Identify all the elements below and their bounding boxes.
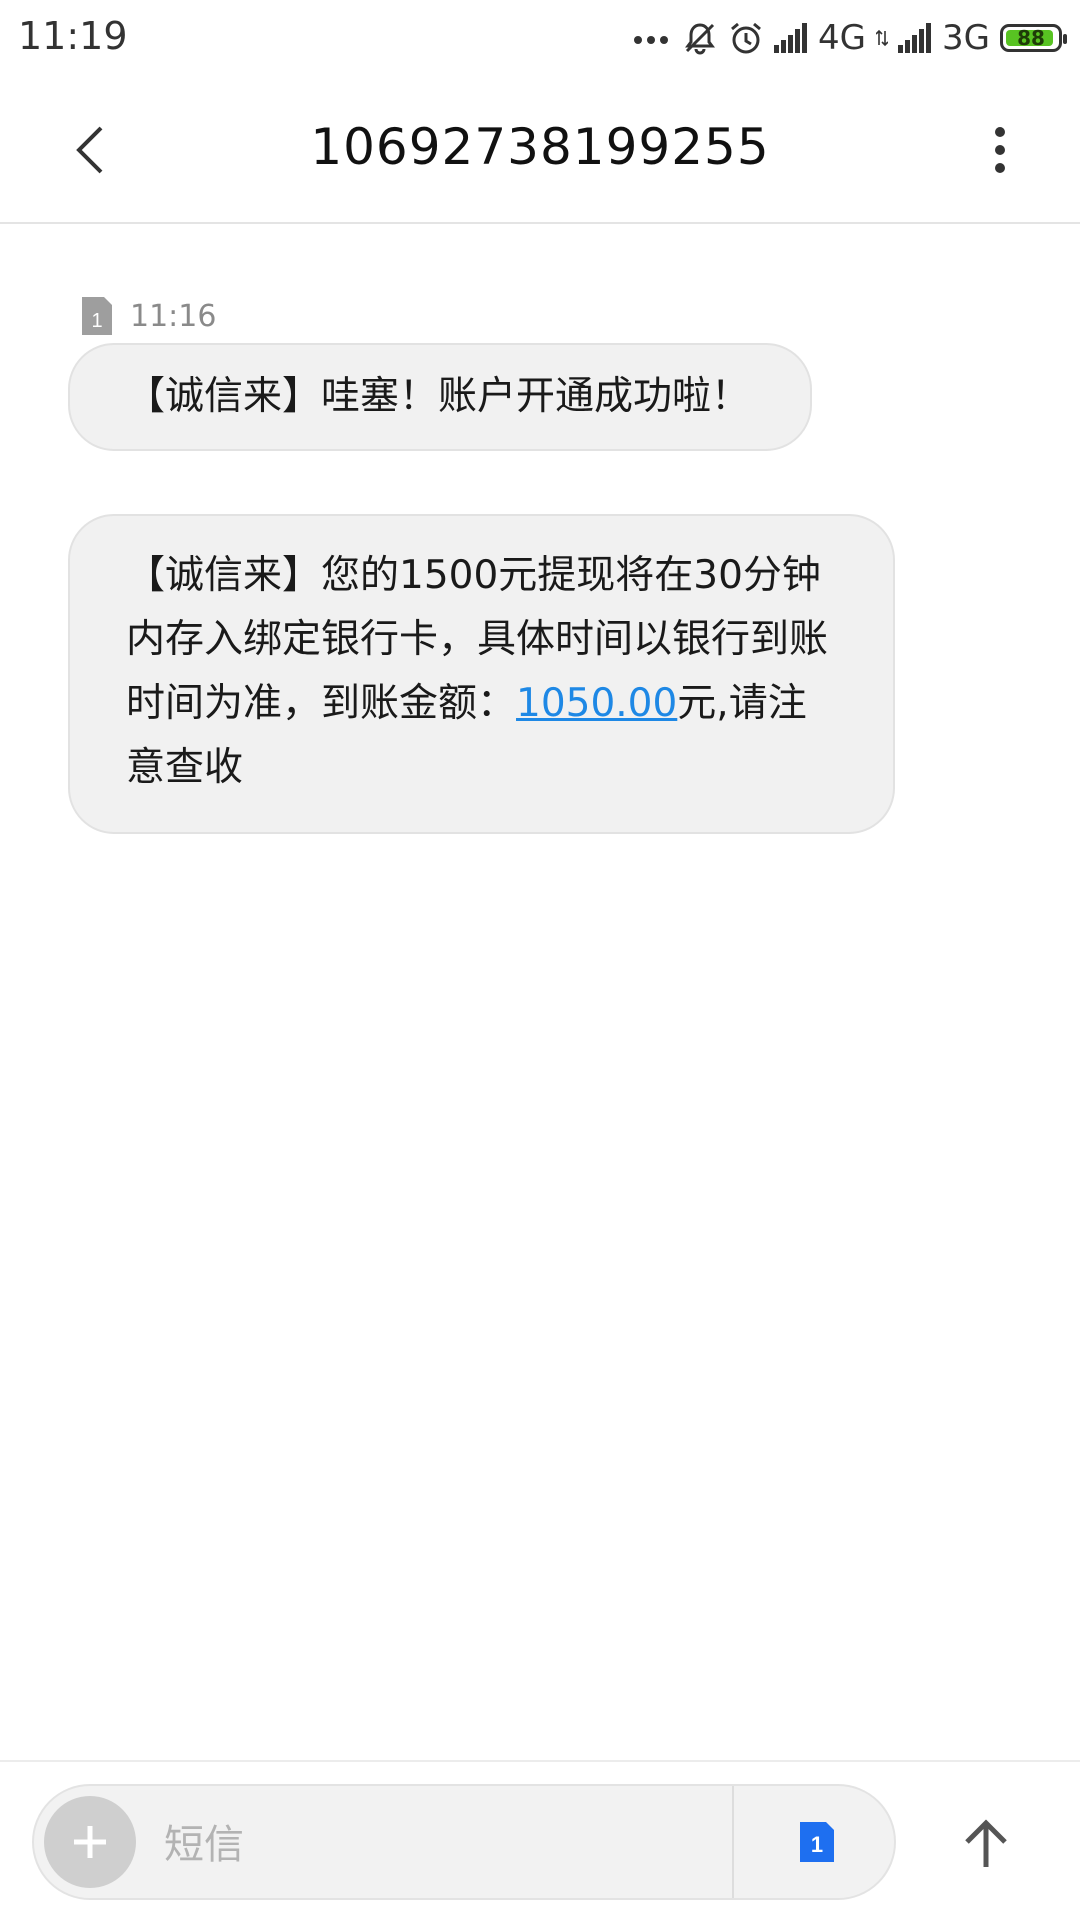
message-bubble[interactable]: 【诚信来】哇塞！账户开通成功啦！	[68, 343, 812, 451]
more-options-button[interactable]	[980, 120, 1020, 180]
amount-link[interactable]: 1050.00	[516, 681, 677, 726]
signal-icon	[774, 23, 808, 53]
sim-select-button[interactable]: 1	[794, 1820, 840, 1864]
battery-level: 88	[1017, 26, 1045, 50]
battery-icon: 88	[1000, 24, 1067, 52]
sim-card-icon: 1	[800, 1822, 834, 1862]
status-time: 11:19	[18, 14, 128, 58]
more-notifications-icon	[634, 36, 669, 44]
svg-text:1: 1	[91, 310, 102, 332]
data-activity-icon	[876, 29, 889, 47]
send-button[interactable]	[956, 1814, 1016, 1874]
status-icons: 4G 3G 88	[632, 14, 1067, 62]
add-attachment-button[interactable]	[44, 1796, 136, 1888]
mute-bell-icon	[685, 23, 716, 55]
divider	[732, 1786, 734, 1898]
composer-pill: 短信 1	[32, 1784, 896, 1900]
page-title: 10692738199255	[310, 118, 770, 176]
message-meta: 1 11:16	[82, 296, 216, 336]
arrow-up-icon	[965, 1819, 1007, 1867]
svg-text:1: 1	[811, 1832, 823, 1857]
plus-icon	[74, 1826, 106, 1858]
sim-card-icon: 1	[82, 297, 112, 335]
network-type-2: 3G	[942, 18, 990, 58]
status-bar: 11:19 4G 3G 88	[0, 0, 1080, 76]
network-type-1: 4G	[818, 18, 867, 58]
sms-input[interactable]: 短信	[164, 1812, 244, 1870]
signal-icon-2	[898, 23, 932, 53]
title-bar: 10692738199255	[0, 76, 1080, 224]
composer: 短信 1	[0, 1760, 1080, 1920]
message-text: 【诚信来】哇塞！账户开通成功啦！	[126, 374, 751, 419]
message-time: 11:16	[130, 298, 217, 334]
message-bubble[interactable]: 【诚信来】您的1500元提现将在30分钟内存入绑定银行卡，具体时间以银行到账时间…	[68, 514, 895, 834]
more-vertical-icon	[995, 127, 1005, 173]
alarm-icon	[731, 22, 761, 54]
